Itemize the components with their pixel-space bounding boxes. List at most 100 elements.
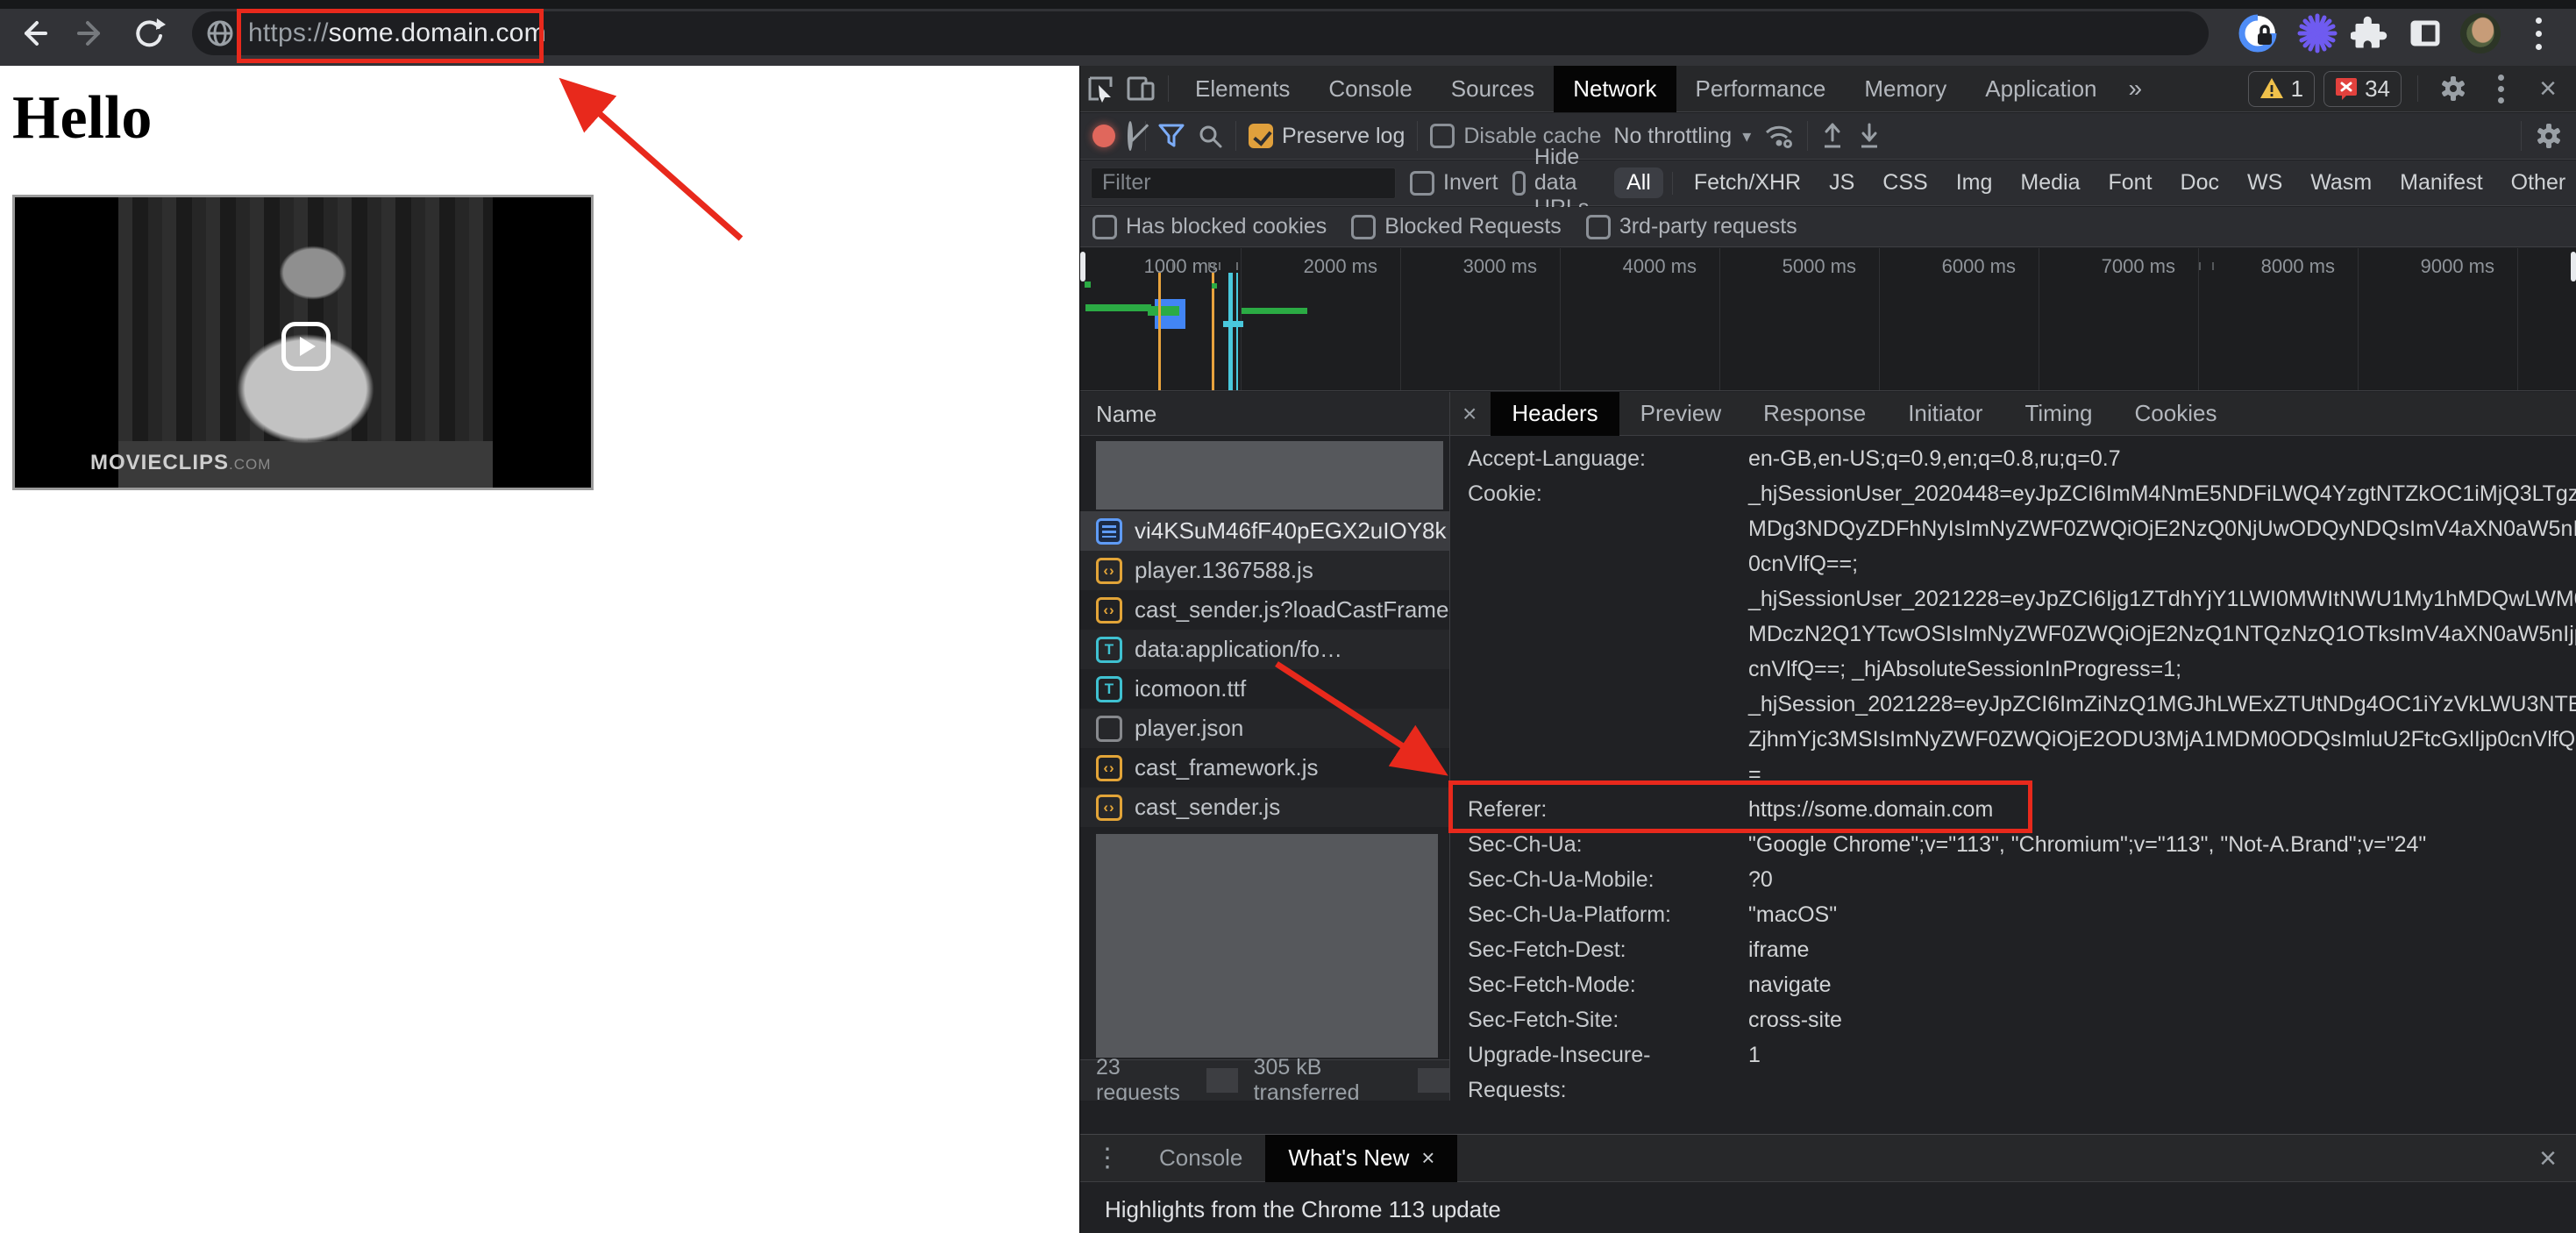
search-button[interactable]: [1197, 123, 1223, 149]
clear-icon: [1128, 121, 1133, 151]
devtools-tab-sources[interactable]: Sources: [1432, 66, 1554, 112]
filter-type-js[interactable]: JS: [1817, 167, 1867, 198]
devtools-tab-elements[interactable]: Elements: [1176, 66, 1309, 112]
redacted-block: [1096, 441, 1443, 510]
filter-type-font[interactable]: Font: [2096, 167, 2164, 198]
name-column-header[interactable]: Name: [1080, 392, 1449, 436]
play-button[interactable]: [281, 322, 331, 371]
preserve-log-toggle[interactable]: Preserve log: [1249, 124, 1405, 149]
video-player[interactable]: MOVIECLIPS.COM: [12, 195, 594, 490]
request-name: cast_sender.js: [1135, 794, 1280, 821]
request-name: player.json: [1135, 715, 1243, 742]
request-row[interactable]: player.1367588.js: [1080, 551, 1449, 590]
filter-type-fetch-xhr[interactable]: Fetch/XHR: [1682, 167, 1813, 198]
filter-type-img[interactable]: Img: [1944, 167, 2005, 198]
filter-type-other[interactable]: Other: [2499, 167, 2576, 198]
request-row[interactable]: cast_sender.js: [1080, 788, 1449, 827]
detail-tab-initiator[interactable]: Initiator: [1887, 392, 2003, 436]
devtools-tab-memory[interactable]: Memory: [1845, 66, 1966, 112]
request-row[interactable]: player.json: [1080, 709, 1449, 748]
throttling-select[interactable]: No throttling ▾: [1613, 124, 1751, 149]
request-row[interactable]: cast_sender.js?loadCastFrame…: [1080, 590, 1449, 630]
reload-button[interactable]: [128, 12, 170, 54]
detail-tab-timing[interactable]: Timing: [2003, 392, 2113, 436]
inspect-element-button[interactable]: [1080, 71, 1121, 106]
back-icon: [16, 16, 51, 51]
forward-icon: [74, 16, 109, 51]
devtools-menu-button[interactable]: [2481, 69, 2520, 108]
close-icon[interactable]: ×: [1421, 1144, 1434, 1172]
network-toolbar: Preserve log Disable cache No throttling…: [1080, 113, 2576, 160]
detail-tab-response[interactable]: Response: [1742, 392, 1887, 436]
filter-type-manifest[interactable]: Manifest: [2387, 167, 2494, 198]
network-conditions-button[interactable]: [1763, 122, 1795, 150]
starburst-extension-button[interactable]: [2295, 11, 2339, 55]
side-panel-button[interactable]: [2403, 11, 2447, 55]
filter-type-ws[interactable]: WS: [2235, 167, 2295, 198]
request-row[interactable]: cast_framework.js: [1080, 748, 1449, 788]
filter-type-doc[interactable]: Doc: [2168, 167, 2231, 198]
devtools-tab-console[interactable]: Console: [1309, 66, 1431, 112]
invert-toggle[interactable]: Invert: [1410, 170, 1498, 196]
header-row: Sec-Ch-Ua-Mobile:?0: [1450, 862, 2576, 897]
forward-button[interactable]: [70, 12, 112, 54]
has-blocked-cookies-toggle[interactable]: Has blocked cookies: [1092, 214, 1327, 239]
devtools-tabs: ElementsConsoleSourcesNetworkPerformance…: [1176, 66, 2117, 112]
request-row[interactable]: vi4KSuM46fF40pEGX2uIOY8k: [1080, 511, 1449, 551]
error-count: 34: [2365, 75, 2390, 103]
devtools-tab-performance[interactable]: Performance: [1676, 66, 1846, 112]
3rd-party-requests-toggle[interactable]: 3rd-party requests: [1586, 214, 1797, 239]
errors-badge[interactable]: 34: [2323, 71, 2402, 107]
request-detail-pane: × HeadersPreviewResponseInitiatorTimingC…: [1450, 392, 2576, 1101]
blocked-requests-toggle[interactable]: Blocked Requests: [1351, 214, 1562, 239]
extensions-button[interactable]: [2348, 11, 2392, 55]
detail-tab-headers[interactable]: Headers: [1491, 392, 1619, 436]
checkbox-icon: [1410, 171, 1434, 196]
request-headers-list: Accept-Language:en-GB,en-US;q=0.9,en;q=0…: [1450, 441, 2576, 1101]
filter-type-all[interactable]: All: [1614, 167, 1663, 198]
devtools-tab-network[interactable]: Network: [1554, 66, 1676, 112]
warnings-badge[interactable]: 1: [2248, 71, 2315, 107]
scrollbar-thumb[interactable]: [2571, 252, 2576, 282]
devtools-close-button[interactable]: ×: [2529, 69, 2567, 108]
filter-toggle-button[interactable]: [1158, 124, 1185, 148]
filter-type-css[interactable]: CSS: [1870, 167, 1939, 198]
drawer-tab-console[interactable]: Console: [1136, 1135, 1265, 1182]
drawer-tab-what-s-new[interactable]: What's New×: [1265, 1135, 1457, 1182]
network-settings-button[interactable]: [2534, 121, 2564, 151]
request-row[interactable]: data:application/fo…: [1080, 630, 1449, 669]
detail-tab-cookies[interactable]: Cookies: [2114, 392, 2238, 436]
filter-input[interactable]: [1091, 167, 1396, 199]
record-button[interactable]: [1092, 125, 1115, 147]
import-har-button[interactable]: [1820, 123, 1845, 149]
drawer-close-button[interactable]: ×: [2539, 1144, 2576, 1173]
detail-tab-preview[interactable]: Preview: [1619, 392, 1742, 436]
devtools-settings-button[interactable]: [2434, 69, 2473, 108]
header-key: Upgrade-Insecure-Requests:: [1450, 1037, 1748, 1101]
header-key: Sec-Ch-Ua-Mobile:: [1450, 862, 1748, 897]
devtools-tab-application[interactable]: Application: [1966, 66, 2116, 112]
filter-type-media[interactable]: Media: [2008, 167, 2092, 198]
header-value-line: "macOS": [1748, 897, 2576, 932]
device-toolbar-button[interactable]: [1121, 71, 1161, 106]
drawer-menu-button[interactable]: ⋮: [1080, 1143, 1136, 1173]
clear-button[interactable]: [1128, 124, 1133, 149]
header-value-line: MDg3NDQyZDFhNyIsImNyZWF0ZWQiOjE2NzQ0NjUw…: [1748, 511, 2576, 546]
detail-close-button[interactable]: ×: [1450, 400, 1491, 428]
window-top-strip: [0, 0, 2576, 9]
request-row[interactable]: icomoon.ttf: [1080, 669, 1449, 709]
export-har-button[interactable]: [1857, 123, 1882, 149]
web-page: Hello MOVIECLIPS.COM: [0, 66, 1079, 1233]
gear-icon: [2534, 121, 2564, 151]
password-extension-button[interactable]: [2236, 11, 2280, 55]
header-value: "macOS": [1748, 897, 2576, 932]
more-tabs-button[interactable]: »: [2117, 75, 2155, 103]
filter-type-wasm[interactable]: Wasm: [2298, 167, 2384, 198]
kebab-menu-icon: [2536, 18, 2542, 50]
profile-avatar[interactable]: [2459, 11, 2502, 55]
timeline-load-line: [1236, 273, 1238, 391]
browser-menu-button[interactable]: [2516, 11, 2560, 55]
scrollbar-thumb[interactable]: [1080, 252, 1085, 282]
network-overview-timeline[interactable]: 1000 ms2000 ms3000 ms4000 ms5000 ms6000 …: [1080, 248, 2576, 391]
back-button[interactable]: [12, 12, 54, 54]
